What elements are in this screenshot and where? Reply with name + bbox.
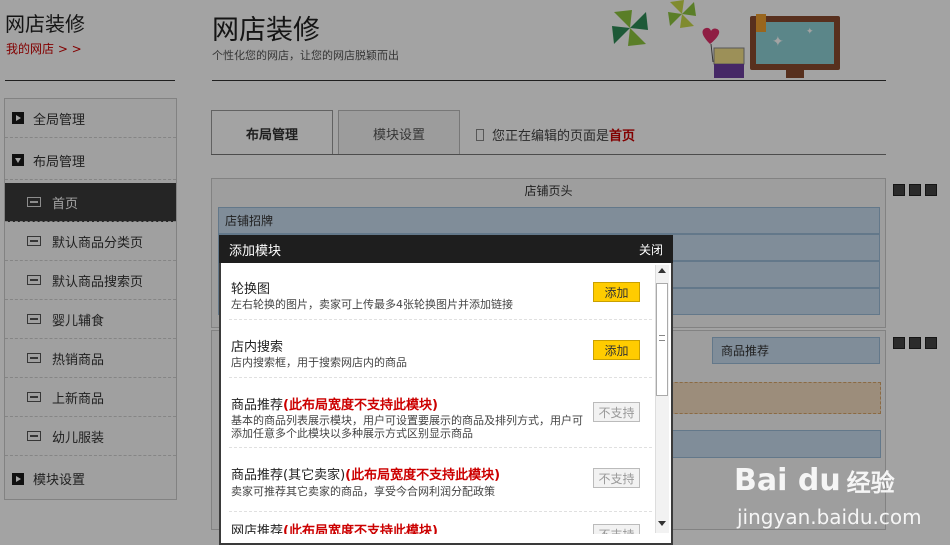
unsupported-button: 不支持 — [593, 402, 640, 422]
grip-icon — [659, 335, 665, 341]
module-row: 商品推荐(其它卖家)(此布局宽度不支持此模块) 卖家可推荐其它卖家的商品，享受今… — [229, 450, 652, 512]
page: 网店装修 我的网店 > > 全局管理 布局管理 首页 默认商品分类页 默认商品搜… — [0, 0, 950, 545]
module-row: 网店推荐(此布局宽度不支持此模块) 不支持 — [229, 514, 652, 534]
module-name: 商品推荐(其它卖家)(此布局宽度不支持此模块) — [231, 464, 500, 483]
unsupported-note: (此布局宽度不支持此模块) — [283, 524, 438, 534]
module-row: 店内搜索 店内搜索框，用于搜索网店内的商品 添加 — [229, 322, 652, 378]
unsupported-button: 不支持 — [593, 524, 640, 534]
module-name: 网店推荐(此布局宽度不支持此模块) — [231, 520, 438, 534]
unsupported-note: (此布局宽度不支持此模块) — [345, 468, 501, 483]
close-button[interactable]: 关闭 — [639, 241, 663, 258]
baidu-watermark: Bai du 经验 — [734, 463, 895, 498]
scroll-up-icon[interactable] — [658, 268, 666, 273]
add-button[interactable]: 添加 — [593, 282, 640, 302]
scroll-down-icon[interactable] — [658, 521, 666, 526]
module-name: 商品推荐(此布局宽度不支持此模块) — [231, 394, 438, 413]
unsupported-note: (此布局宽度不支持此模块) — [283, 398, 438, 413]
watermark-cn: 经验 — [846, 469, 895, 497]
module-name-text: 商品推荐 — [231, 398, 284, 413]
watermark-url: jingyan.baidu.com — [737, 505, 922, 529]
module-row: 商品推荐(此布局宽度不支持此模块) 基本的商品列表展示模块，用户可设置要展示的商… — [229, 380, 652, 448]
watermark-logo: Bai du — [734, 463, 841, 498]
unsupported-button: 不支持 — [593, 468, 640, 488]
dialog-title: 添加模块 — [229, 243, 282, 259]
module-name-text: 商品推荐(其它卖家) — [231, 468, 346, 483]
module-desc: 店内搜索框，用于搜索网店内的商品 — [231, 356, 407, 369]
module-desc: 左右轮换的图片，卖家可上传最多4张轮换图片并添加链接 — [231, 298, 513, 311]
module-name-text: 网店推荐 — [231, 524, 284, 534]
dialog-header: 添加模块 关闭 — [219, 235, 673, 263]
module-name: 店内搜索 — [231, 340, 284, 355]
module-name: 轮换图 — [231, 282, 271, 297]
module-desc: 基本的商品列表展示模块，用户可设置要展示的商品及排列方式，用户可添加任意多个此模… — [231, 414, 583, 440]
add-button[interactable]: 添加 — [593, 340, 640, 360]
module-row: 轮换图 左右轮换的图片，卖家可上传最多4张轮换图片并添加链接 添加 — [229, 268, 652, 320]
module-desc: 卖家可推荐其它卖家的商品，享受今合网利润分配政策 — [231, 485, 495, 498]
